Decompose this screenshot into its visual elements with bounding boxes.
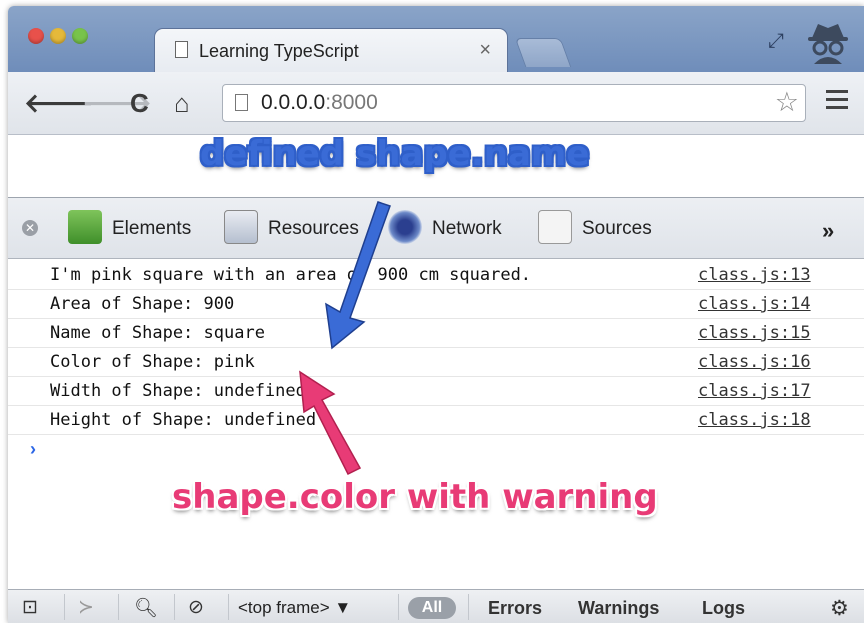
browser-toolbar: 🡐 🡒 C ⌂ 0.0.0.0:8000 ☆ bbox=[8, 72, 864, 135]
browser-tab[interactable]: Learning TypeScript × bbox=[154, 28, 508, 73]
url-text[interactable]: 0.0.0.0:8000 bbox=[261, 91, 378, 115]
elements-icon bbox=[68, 210, 102, 244]
resources-icon bbox=[224, 210, 258, 244]
console-message: I'm pink square with an area of 900 cm s… bbox=[50, 265, 532, 285]
browser-window: Learning TypeScript × ⤢ 🡐 🡒 C ⌂ 0.0.0.0:… bbox=[8, 6, 864, 623]
console-row: Area of Shape: 900 class.js:14 bbox=[8, 290, 864, 319]
dock-icon[interactable]: ⊡ bbox=[22, 596, 38, 619]
console-row: Name of Shape: square class.js:15 bbox=[8, 319, 864, 348]
close-window-button[interactable] bbox=[28, 28, 44, 44]
frame-selector[interactable]: <top frame> ▼ bbox=[238, 598, 351, 618]
tab-resources-label: Resources bbox=[268, 218, 359, 239]
console-message: Width of Shape: undefined bbox=[50, 381, 306, 401]
tab-title: Learning TypeScript bbox=[199, 41, 359, 61]
console-prompt[interactable]: › bbox=[30, 439, 36, 460]
clear-console-icon[interactable]: ⊘ bbox=[188, 596, 204, 619]
console-message: Area of Shape: 900 bbox=[50, 294, 235, 314]
tab-strip: Learning TypeScript × ⤢ bbox=[8, 6, 864, 73]
tab-elements-label: Elements bbox=[112, 218, 192, 239]
devtools-tab-bar: ✕ Elements Resources Network Sources » bbox=[8, 197, 864, 259]
tab-elements[interactable]: Elements bbox=[68, 210, 218, 248]
console-message: Name of Shape: square bbox=[50, 323, 265, 343]
console-message: Color of Shape: pink bbox=[50, 352, 255, 372]
console-row: I'm pink square with an area of 900 cm s… bbox=[8, 261, 864, 290]
console-source-link[interactable]: class.js:15 bbox=[698, 323, 811, 343]
tab-close-button[interactable]: × bbox=[479, 39, 491, 62]
console-drawer-icon[interactable]: ≻ bbox=[78, 596, 94, 619]
console-source-link[interactable]: class.js:14 bbox=[698, 294, 811, 314]
console-row: Height of Shape: undefined class.js:18 bbox=[8, 406, 864, 435]
console-source-link[interactable]: class.js:13 bbox=[698, 265, 811, 285]
tab-resources[interactable]: Resources bbox=[224, 210, 374, 248]
filter-warnings-button[interactable]: Warnings bbox=[578, 598, 659, 619]
home-icon[interactable]: ⌂ bbox=[174, 88, 190, 119]
console-row: Width of Shape: undefined class.js:17 bbox=[8, 377, 864, 406]
fullscreen-icon[interactable]: ⤢ bbox=[768, 30, 784, 53]
sources-icon bbox=[538, 210, 572, 244]
console-row: Color of Shape: pink class.js:16 bbox=[8, 348, 864, 377]
minimize-window-button[interactable] bbox=[50, 28, 66, 44]
console-source-link[interactable]: class.js:16 bbox=[698, 352, 811, 372]
url-host: 0.0.0.0 bbox=[261, 91, 326, 114]
bookmark-star-icon[interactable]: ☆ bbox=[775, 87, 799, 118]
menu-icon[interactable] bbox=[826, 90, 848, 114]
new-tab-button[interactable] bbox=[514, 38, 572, 67]
filter-logs-button[interactable]: Logs bbox=[702, 598, 745, 619]
filter-errors-button[interactable]: Errors bbox=[488, 598, 542, 619]
tab-sources[interactable]: Sources bbox=[538, 210, 688, 248]
tab-network-label: Network bbox=[432, 218, 502, 239]
devtools-close-icon[interactable]: ✕ bbox=[22, 220, 38, 236]
devtools-status-bar: ⊡ ≻ 🔍︎ ⊘ <top frame> ▼ All Errors Warnin… bbox=[8, 589, 864, 623]
address-bar[interactable]: 0.0.0.0:8000 ☆ bbox=[222, 84, 806, 122]
settings-gear-icon[interactable]: ⚙ bbox=[830, 596, 849, 621]
tab-network[interactable]: Network bbox=[388, 210, 538, 248]
console-panel: I'm pink square with an area of 900 cm s… bbox=[8, 259, 864, 589]
search-icon[interactable]: 🔍︎ bbox=[134, 596, 158, 620]
more-tabs-button[interactable]: » bbox=[822, 218, 834, 244]
reload-icon[interactable]: C bbox=[130, 88, 149, 119]
zoom-window-button[interactable] bbox=[72, 28, 88, 44]
annotation-defined-shape-name: defined shape.name bbox=[200, 134, 590, 174]
incognito-icon bbox=[808, 24, 848, 64]
page-icon bbox=[175, 41, 188, 58]
page-icon bbox=[235, 94, 248, 111]
console-source-link[interactable]: class.js:17 bbox=[698, 381, 811, 401]
console-message: Height of Shape: undefined bbox=[50, 410, 317, 430]
filter-all-button[interactable]: All bbox=[408, 597, 456, 619]
tab-sources-label: Sources bbox=[582, 218, 652, 239]
console-source-link[interactable]: class.js:18 bbox=[698, 410, 811, 430]
annotation-shape-color-warning: shape.color with warning bbox=[172, 477, 658, 517]
url-port: :8000 bbox=[325, 91, 378, 114]
network-icon bbox=[388, 210, 422, 244]
